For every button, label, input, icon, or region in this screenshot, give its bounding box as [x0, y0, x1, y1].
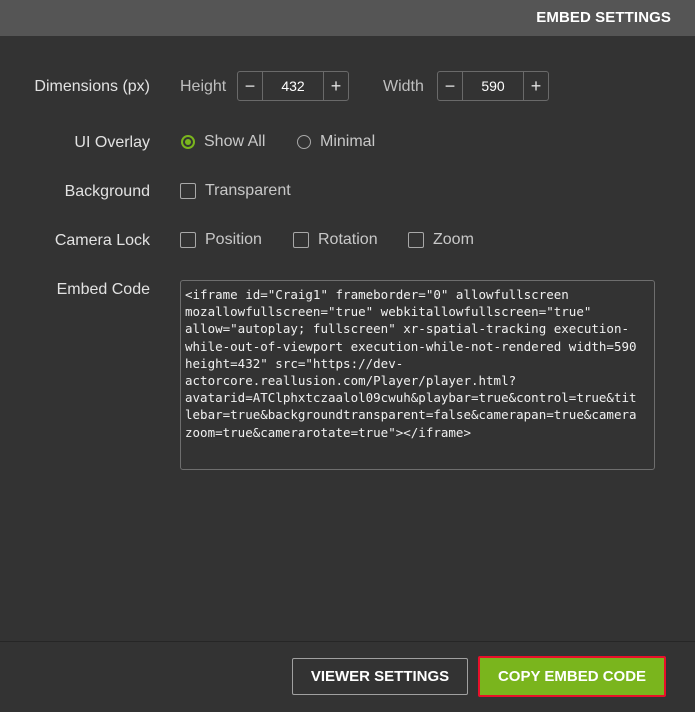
width-input[interactable]: 590 — [463, 72, 523, 100]
zoom-checkbox[interactable] — [408, 232, 424, 248]
embed-code-label: Embed Code — [56, 281, 150, 298]
copy-embed-code-button[interactable]: COPY EMBED CODE — [478, 656, 666, 697]
width-label: Width — [383, 78, 424, 95]
viewer-settings-button[interactable]: VIEWER SETTINGS — [292, 658, 468, 695]
background-transparent-option[interactable]: Transparent — [180, 182, 291, 200]
transparent-checkbox[interactable] — [180, 183, 196, 199]
show-all-label: Show All — [204, 133, 266, 150]
width-decrement-button[interactable]: − — [438, 72, 463, 100]
dialog-title: EMBED SETTINGS — [536, 9, 671, 26]
overlay-show-all-option[interactable]: Show All — [181, 133, 265, 151]
zoom-label: Zoom — [433, 231, 474, 248]
footer-divider — [0, 641, 695, 642]
rotation-label: Rotation — [318, 231, 378, 248]
camera-lock-zoom-option[interactable]: Zoom — [408, 231, 474, 249]
height-input[interactable]: 432 — [263, 72, 323, 100]
minimal-radio[interactable] — [297, 135, 311, 149]
overlay-minimal-option[interactable]: Minimal — [297, 133, 375, 151]
camera-lock-label: Camera Lock — [54, 232, 150, 249]
background-label: Background — [64, 183, 150, 200]
width-stepper: − 590 + — [437, 71, 549, 101]
show-all-radio[interactable] — [181, 135, 195, 149]
ui-overlay-label: UI Overlay — [74, 134, 150, 151]
height-label: Height — [180, 78, 227, 95]
dimensions-label: Dimensions (px) — [34, 78, 150, 95]
height-decrement-button[interactable]: − — [238, 72, 263, 100]
height-stepper: − 432 + — [237, 71, 349, 101]
minimal-label: Minimal — [320, 133, 376, 150]
rotation-checkbox[interactable] — [293, 232, 309, 248]
camera-lock-position-option[interactable]: Position — [180, 231, 262, 249]
header-bar: EMBED SETTINGS — [0, 0, 695, 36]
width-increment-button[interactable]: + — [523, 72, 548, 100]
transparent-label: Transparent — [205, 182, 291, 199]
height-increment-button[interactable]: + — [323, 72, 348, 100]
position-checkbox[interactable] — [180, 232, 196, 248]
embed-code-textarea[interactable]: <iframe id="Craig1" frameborder="0" allo… — [180, 280, 655, 470]
camera-lock-rotation-option[interactable]: Rotation — [293, 231, 378, 249]
position-label: Position — [205, 231, 262, 248]
